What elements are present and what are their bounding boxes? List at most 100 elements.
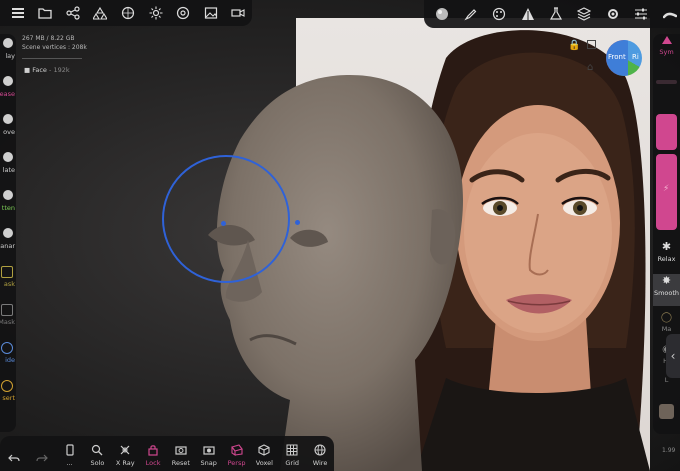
gizmo-side-label: Ri [632,53,639,61]
insert-icon [1,380,13,392]
tool-crease[interactable]: ease [0,72,16,110]
gear-icon [607,9,618,19]
xray-button[interactable]: X Ray [111,436,139,471]
tool-mask[interactable]: ask [0,262,16,300]
snap-camera-button[interactable]: Snap [195,436,223,471]
scene-object-row[interactable]: ■ Face - 192k [24,66,70,74]
symmetry-icon [661,36,672,44]
planar-brush-icon [3,228,13,238]
share-button[interactable] [59,0,87,26]
stroke-preview-button[interactable] [656,1,680,27]
wireframe-button[interactable]: Wire [306,436,334,471]
3d-viewport[interactable] [0,0,680,471]
stroke-button[interactable] [456,1,484,27]
tools-button[interactable] [428,1,456,27]
light-icon [149,6,163,20]
relax-icon: ✱ [661,240,672,253]
postprocess-button[interactable] [169,0,197,26]
tool-flatten-2[interactable]: tten [0,186,16,224]
fullscreen-button[interactable] [587,40,596,49]
settings-icon [177,6,190,20]
symmetry-button[interactable]: Sym [653,36,680,56]
panel-collapse-handle[interactable]: ‹ [666,334,680,378]
tool-select-mask[interactable]: Mask [0,300,16,338]
perspective-button[interactable]: Persp [223,436,251,471]
radius-slider[interactable] [656,80,677,84]
lock-view-button[interactable]: 🔒 [568,40,580,51]
phone-icon [65,444,74,456]
device-button[interactable]: ... [56,436,84,471]
mesh-icon: ■ [24,66,31,74]
tool-clay[interactable]: lay [0,34,16,72]
scene-stats: 267 MB / 8.22 GB Scene vertices : 208k [22,34,87,52]
symmetry-dot-right [295,220,300,225]
clay-brush-icon [3,38,13,48]
undo-icon [8,454,20,462]
smooth-icon: ✸ [661,274,672,287]
object-name: Face [32,66,47,74]
solo-button[interactable]: Solo [83,436,111,471]
snap-camera-icon [203,446,215,455]
relax-button[interactable]: ✱ Relax [653,240,680,263]
record-button[interactable] [225,0,253,26]
share-icon [66,6,80,20]
grid-icon [286,444,298,456]
view-gizmo[interactable]: Front Ri [606,40,642,76]
undo-button[interactable] [0,436,28,471]
mask-icon [1,266,13,278]
lock-icon [148,445,158,456]
material-icon [121,6,135,20]
topology-button[interactable] [513,1,541,27]
perspective-icon [230,444,243,456]
tool-move[interactable]: ove [0,110,16,148]
reset-camera-button[interactable]: Reset [167,436,195,471]
lock-button[interactable]: Lock [139,436,167,471]
tool-hide[interactable]: ide [0,338,16,376]
sliders-icon [635,8,648,20]
object-vertices: 192k [53,66,70,74]
scene-tools-button[interactable] [542,1,570,27]
material-button[interactable] [114,0,142,26]
material-preview-icon[interactable] [659,404,674,419]
left-tool-bar: lay ease ove late tten anar ask Mask ide… [0,34,16,432]
redo-button[interactable] [28,436,56,471]
wire-icon [314,444,326,456]
menu-button[interactable] [4,0,32,26]
files-button[interactable] [32,0,60,26]
scene-button[interactable] [87,0,115,26]
reset-camera-icon [175,446,187,455]
flatten-brush-icon [3,190,13,200]
sliders-button[interactable] [627,1,655,27]
voxel-button[interactable]: Voxel [250,436,278,471]
redo-icon [36,454,48,462]
scene-icon [93,6,108,20]
version-label: 1.99 [662,447,676,454]
pen-icon [464,9,477,21]
bottom-toolbar: ... Solo X Ray Lock Reset Snap Persp Vox… [0,436,334,471]
flask-icon [549,7,563,20]
memory-usage: 267 MB / 8.22 GB [22,35,75,42]
crease-brush-icon [3,76,13,86]
settings-button[interactable] [599,1,627,27]
folder-icon [38,8,52,19]
stats-divider [22,58,82,59]
painting-button[interactable] [485,1,513,27]
background-button[interactable] [197,0,225,26]
scene-vertices: Scene vertices : 208k [22,44,87,51]
menu-icon [11,8,24,18]
gizmo-front-label: Front [608,53,626,61]
tool-insert[interactable]: sert [0,376,16,414]
tool-planar[interactable]: anar [0,224,16,262]
intensity-slider[interactable]: ⚡ [656,154,677,230]
video-icon [231,9,245,17]
smooth-button[interactable]: ✸ Smooth [653,274,680,306]
home-view-button[interactable]: ⌂ [587,62,593,73]
mask-icon: ◯ [660,312,673,323]
light-button[interactable] [142,0,170,26]
layers-button[interactable] [570,1,598,27]
mask-toggle-button[interactable]: ◯ Ma [653,312,680,333]
radius-slider-fill[interactable] [656,114,677,150]
tool-flatten[interactable]: late [0,148,16,186]
grid-button[interactable]: Grid [278,436,306,471]
brush-sphere-icon [436,8,449,20]
